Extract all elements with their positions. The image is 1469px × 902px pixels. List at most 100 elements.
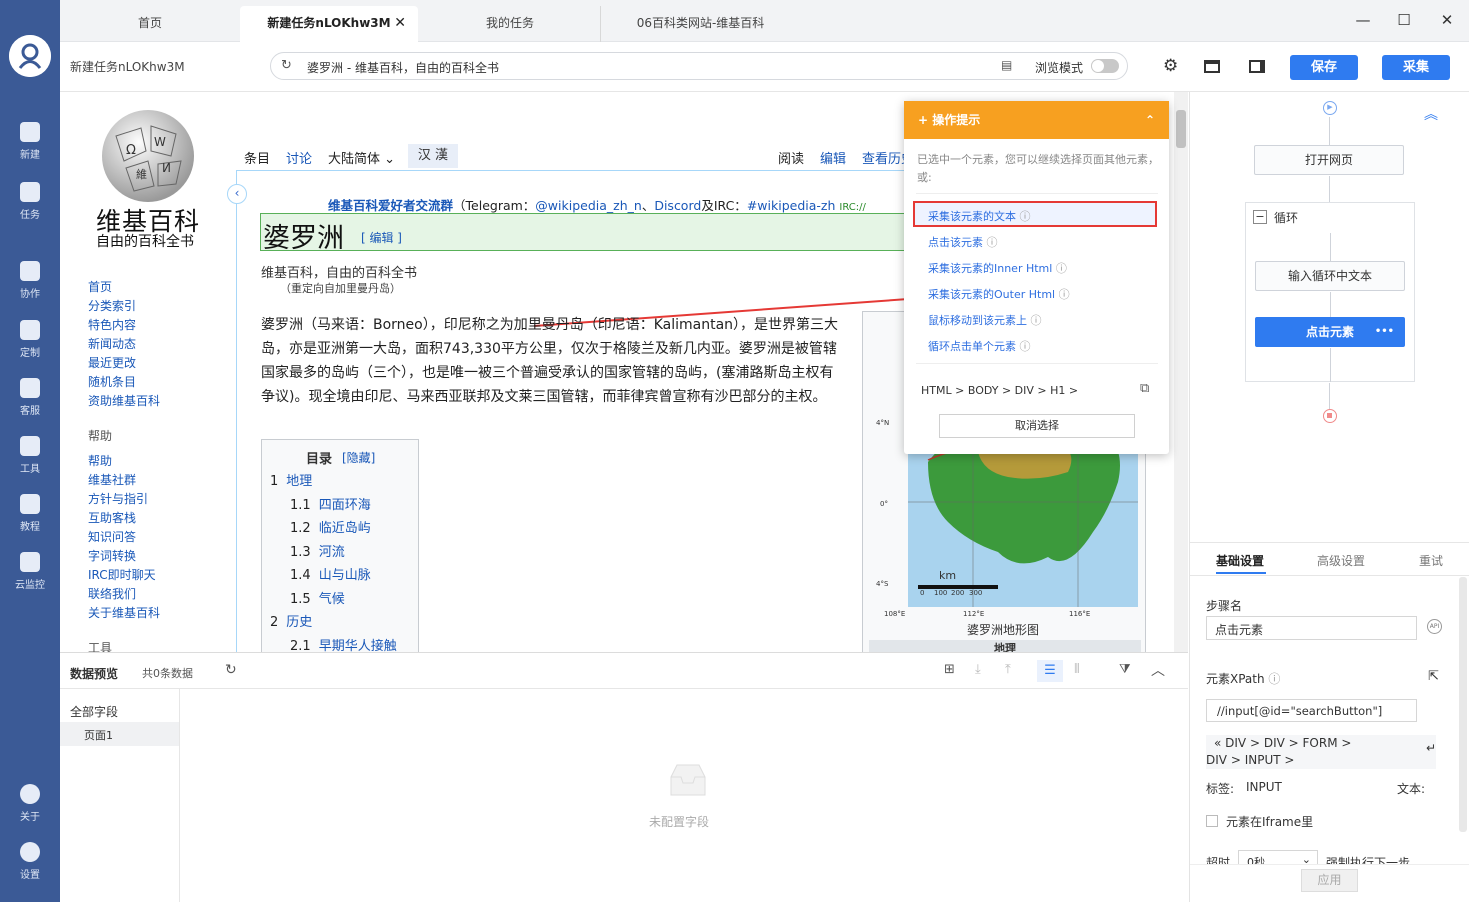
url-input[interactable]: ↻ 婆罗洲 - 维基百科，自由的百科全书 ▤ 浏览模式 (270, 52, 1128, 80)
collect-button[interactable]: 采集 (1382, 55, 1450, 80)
sidebar-link[interactable]: IRC即时聊天 (88, 566, 156, 583)
sidebar-link[interactable]: 方针与指引 (88, 490, 148, 507)
nav-cloud-monitor[interactable]: 云监控 (0, 548, 60, 604)
layout-toggle-icon[interactable] (1204, 60, 1220, 73)
toc-item[interactable]: 1.3 河流 (290, 541, 345, 560)
tab-edit[interactable]: 编辑 (820, 148, 846, 167)
variant-dropdown[interactable]: 大陆简体 ⌄ (328, 148, 395, 167)
selected-heading-highlight[interactable]: 婆罗洲 [ 编辑 ] (260, 213, 920, 254)
tab-my-tasks[interactable]: 我的任务 (420, 6, 600, 42)
nav-support[interactable]: 客服 (0, 374, 60, 430)
upload-icon[interactable]: ⤒ (1005, 662, 1011, 677)
tab-wiki-template[interactable]: 06百科类网站-维基百科 (600, 6, 800, 42)
collapse-flow-icon[interactable]: ︽ (1424, 104, 1438, 124)
iframe-checkbox[interactable] (1206, 815, 1218, 827)
tab-history[interactable]: 查看历史 (862, 148, 906, 167)
option-loop-click[interactable]: 循环点击单个元素 ⓘ (928, 338, 1031, 354)
nav-about[interactable]: 关于 (0, 780, 60, 836)
list-view-icon[interactable]: ☰ (1037, 660, 1063, 682)
sidebar-link[interactable]: 新闻动态 (88, 335, 136, 352)
cancel-selection-button[interactable]: 取消选择 (939, 414, 1135, 438)
sidebar-link[interactable]: 关于维基百科 (88, 604, 160, 621)
filter-icon[interactable]: ⧩ (1119, 662, 1131, 677)
toc-hide-link[interactable]: [隐藏] (342, 449, 375, 466)
column-view-icon[interactable]: ⦀ (1074, 662, 1080, 677)
option-click-element[interactable]: 点击该元素 ⓘ (928, 234, 998, 250)
toc-item[interactable]: 1 地理 (270, 470, 312, 489)
refresh-icon[interactable]: ↻ (225, 662, 237, 678)
option-collect-text[interactable]: 采集该元素的文本 ⓘ (928, 208, 1031, 224)
add-field-icon[interactable]: ⊞ (944, 662, 955, 677)
hanzi-toggle[interactable]: 汉 漢 (408, 144, 458, 168)
nav-custom[interactable]: 定制 (0, 316, 60, 372)
scrollbar-thumb[interactable] (1176, 110, 1186, 148)
collapse-loop-icon[interactable]: − (1253, 210, 1267, 224)
toc-item[interactable]: 2.1 早期华人接触 (290, 635, 397, 653)
flow-node-input-text[interactable]: 输入循环中文本 (1255, 261, 1405, 291)
settings-scrollbar[interactable] (1459, 577, 1467, 832)
toc-item[interactable]: 1.5 气候 (290, 588, 345, 607)
option-collect-inner-html[interactable]: 采集该元素的Inner Html ⓘ (928, 260, 1067, 276)
pick-element-icon[interactable]: ⇱ (1428, 669, 1439, 684)
nav-tools[interactable]: 工具 (0, 432, 60, 488)
page-item[interactable]: 页面1 (60, 722, 179, 746)
open-external-icon[interactable]: ⧉ (1140, 381, 1149, 396)
toc-item[interactable]: 1.2 临近岛屿 (290, 517, 371, 536)
option-collect-outer-html[interactable]: 采集该元素的Outer Html ⓘ (928, 286, 1070, 302)
download-icon[interactable]: ⤓ (975, 662, 981, 677)
nav-new[interactable]: 新建 (0, 118, 60, 174)
collapse-panel-icon[interactable]: ︿ (1151, 660, 1165, 680)
tab-talk[interactable]: 讨论 (286, 148, 312, 167)
tab-home[interactable]: 首页 (60, 6, 240, 42)
close-tab-icon[interactable]: ✕ (394, 6, 406, 40)
toc-item[interactable]: 1.1 四面环海 (290, 494, 371, 513)
nav-tutorial[interactable]: 教程 (0, 490, 60, 546)
apply-button[interactable]: 应用 (1301, 869, 1358, 892)
step-name-input[interactable]: 点击元素 (1206, 616, 1417, 640)
save-button[interactable]: 保存 (1290, 55, 1358, 80)
sidebar-link[interactable]: 联络我们 (88, 585, 136, 602)
page-scrollbar[interactable] (1174, 92, 1188, 652)
collapse-up-icon[interactable]: ⌃ (1145, 101, 1155, 139)
sidebar-link[interactable]: 分类索引 (88, 297, 136, 314)
sidebar-link[interactable]: 帮助 (88, 452, 112, 469)
sidebar-link[interactable]: 随机条目 (88, 373, 136, 390)
maximize-icon[interactable]: ☐ (1394, 10, 1414, 30)
app-logo-icon[interactable] (9, 35, 51, 77)
sidebar-link[interactable]: 最近更改 (88, 354, 136, 371)
tab-article[interactable]: 条目 (244, 148, 270, 167)
option-mouse-hover[interactable]: 鼠标移动到该元素上 ⓘ (928, 312, 1042, 328)
tab-basic-settings[interactable]: 基础设置 (1216, 552, 1264, 569)
close-window-icon[interactable]: ✕ (1437, 10, 1457, 30)
xpath-input[interactable]: //input[@id="searchButton"] (1206, 699, 1417, 722)
all-fields-label[interactable]: 全部字段 (70, 703, 118, 720)
nav-tasks[interactable]: 任务 (0, 178, 60, 234)
panel-toggle-icon[interactable] (1249, 60, 1265, 73)
sidebar-link[interactable]: 字词转换 (88, 547, 136, 564)
loop-container[interactable]: − 循环 输入循环中文本 点击元素 ••• (1245, 202, 1415, 382)
minimize-icon[interactable]: — (1353, 10, 1373, 30)
tab-advanced-settings[interactable]: 高级设置 (1317, 552, 1365, 569)
more-options-icon[interactable]: ••• (1375, 318, 1394, 346)
tab-retry[interactable]: 重试 (1419, 552, 1443, 569)
flow-node-open-page[interactable]: 打开网页 (1254, 145, 1404, 175)
sidebar-link[interactable]: 首页 (88, 278, 112, 295)
tab-read[interactable]: 阅读 (778, 148, 804, 167)
sidebar-link[interactable]: 互助客栈 (88, 509, 136, 526)
browse-mode-toggle[interactable] (1091, 59, 1119, 73)
reload-icon[interactable]: ↻ (281, 58, 292, 73)
api-icon[interactable]: API (1427, 619, 1442, 634)
nav-settings[interactable]: 设置 (0, 838, 60, 894)
nav-collab[interactable]: 协作 (0, 257, 60, 313)
sidebar-link[interactable]: 资助维基百科 (88, 392, 160, 409)
title-edit-link[interactable]: [ 编辑 ] (361, 229, 402, 246)
tab-new-task[interactable]: 新建任务nLOKhw3M ✕ (240, 6, 418, 42)
settings-gear-icon[interactable]: ⚙ (1163, 56, 1178, 76)
toc-item[interactable]: 1.4 山与山脉 (290, 564, 371, 583)
sidebar-link[interactable]: 特色内容 (88, 316, 136, 333)
page-icon[interactable]: ▤ (1001, 58, 1012, 72)
collapse-sidebar-button[interactable]: ‹ (227, 184, 247, 204)
sidebar-link[interactable]: 知识问答 (88, 528, 136, 545)
sidebar-link[interactable]: 维基社群 (88, 471, 136, 488)
flow-node-click-element[interactable]: 点击元素 ••• (1255, 317, 1405, 347)
